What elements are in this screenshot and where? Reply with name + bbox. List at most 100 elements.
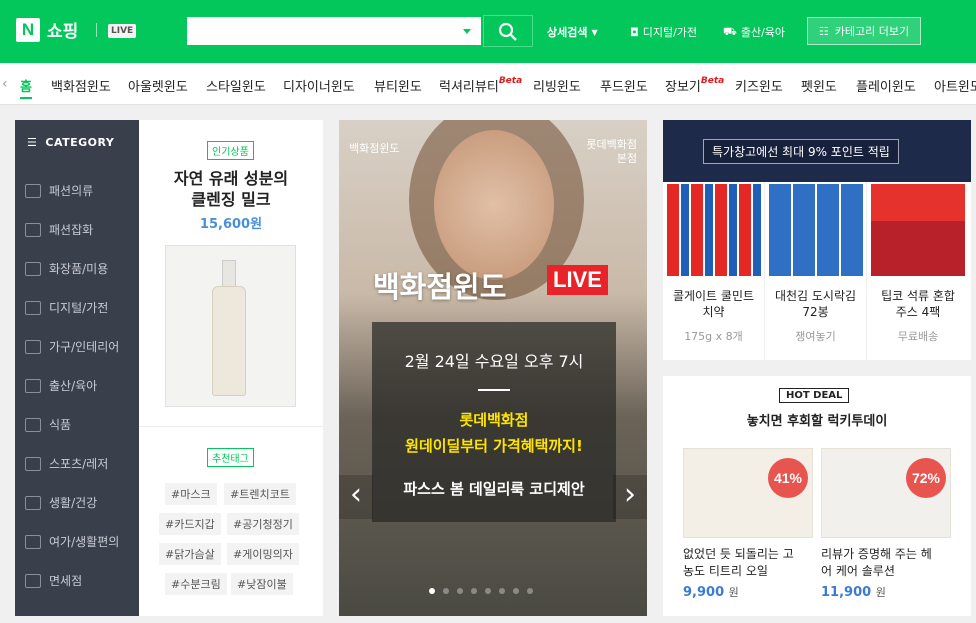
- search-button[interactable]: [483, 15, 533, 47]
- main-banner[interactable]: 백화점윈도 롯데백화점 본점 백화점윈도 LIVE 2월 24일 수요일 오후 7…: [339, 120, 647, 616]
- banner-subtitle: 파스스 봄 데일리룩 코디제안: [403, 480, 585, 498]
- live-brand-tag: LIVE: [108, 23, 137, 38]
- price-unit: 원: [875, 586, 886, 599]
- name-line: 치약: [702, 305, 725, 319]
- tag-link[interactable]: #수분크림: [165, 573, 227, 595]
- category-item[interactable]: 스포츠/레저: [25, 455, 108, 472]
- banner-highlight: 원데이딜부터 가격혜택까지!: [405, 437, 583, 455]
- popular-product-price: 15,600원: [199, 217, 263, 232]
- tag-link[interactable]: #카드지갑: [159, 513, 221, 535]
- banner-category: 백화점윈도: [349, 142, 400, 155]
- camera-icon: ◘: [630, 25, 639, 39]
- slide-dot[interactable]: [443, 588, 449, 594]
- nav-item[interactable]: 뷰티윈도: [374, 76, 422, 95]
- slide-dot[interactable]: [513, 588, 519, 594]
- nav-item-home[interactable]: 홈: [20, 76, 32, 99]
- chevron-right-icon[interactable]: ›: [613, 475, 647, 519]
- promo-product[interactable]: 대천김 도시락김 72봉 쟁여놓기: [765, 182, 867, 360]
- digital-link[interactable]: ◘ 디지털/가전: [630, 24, 697, 40]
- category-item[interactable]: 생활/건강: [25, 494, 97, 511]
- nav-item[interactable]: 아트윈도: [934, 76, 976, 95]
- banner-photo-face: [434, 130, 554, 280]
- baby-label: 출산/육아: [740, 26, 786, 39]
- advanced-search-label: 상세검색: [547, 26, 588, 39]
- nav-item[interactable]: 아울렛윈도: [128, 76, 188, 95]
- advanced-search-link[interactable]: 상세검색 ▼: [547, 24, 598, 40]
- product-meta: 쟁여놓기: [795, 330, 836, 343]
- nav-item[interactable]: 장보기Beta: [665, 76, 724, 95]
- category-item[interactable]: 화장품/미용: [25, 260, 108, 277]
- category-item[interactable]: 패션잡화: [25, 221, 93, 238]
- nav-item[interactable]: 리빙윈도: [533, 76, 581, 95]
- popular-product-title[interactable]: 자연 유래 성분의 클렌징 밀크: [139, 168, 323, 210]
- nav-item[interactable]: 백화점윈도: [51, 76, 111, 95]
- baby-link[interactable]: ⛟ 출산/육아: [723, 24, 785, 40]
- tag-link[interactable]: #트렌치코트: [224, 483, 296, 505]
- product-image: [769, 184, 863, 276]
- nav-item[interactable]: 푸드윈도: [600, 76, 648, 95]
- slide-dot[interactable]: [429, 588, 435, 594]
- chevron-left-icon[interactable]: ‹: [339, 475, 373, 519]
- slide-dot[interactable]: [457, 588, 463, 594]
- naver-logo-icon[interactable]: N: [16, 18, 40, 42]
- discount-badge: 41%: [768, 458, 808, 498]
- hot-deal-title: 놓치면 후회할 럭키투데이: [746, 414, 888, 429]
- slide-dot[interactable]: [471, 588, 477, 594]
- menu-icon: ☰: [27, 136, 38, 149]
- category-label: 스포츠/레저: [49, 457, 109, 471]
- apple-icon: [25, 417, 41, 432]
- live-badge: LIVE: [547, 265, 608, 295]
- search-input[interactable]: [185, 15, 483, 47]
- tag-link[interactable]: #낮잠이불: [231, 573, 293, 595]
- slide-dot[interactable]: [527, 588, 533, 594]
- category-label: 화장품/미용: [49, 262, 109, 276]
- tag-link[interactable]: #공기청정기: [227, 513, 299, 535]
- category-item[interactable]: 가구/인테리어: [25, 338, 119, 355]
- name-line: 주스 4팩: [895, 305, 941, 319]
- slide-dot[interactable]: [499, 588, 505, 594]
- category-item[interactable]: 여가/생활편의: [25, 533, 119, 550]
- name-line: 팁코 석류 혼합: [881, 289, 955, 303]
- hot-deal-panel: HOT DEAL 놓치면 후회할 럭키투데이 41% 없었던 듯 되돌리는 고농…: [663, 376, 971, 616]
- banner-highlight: 롯데백화점: [459, 411, 529, 429]
- promo-header-image[interactable]: 특가창고에선 최대 9% 포인트 적립: [663, 120, 971, 182]
- category-label: 디지털/가전: [49, 301, 109, 315]
- slide-dot[interactable]: [485, 588, 491, 594]
- name-line: 리뷰가 증명해 주는 헤: [821, 547, 932, 561]
- product-image[interactable]: [165, 245, 296, 407]
- promo-product[interactable]: 팁코 석류 혼합 주스 4팩 무료배송: [867, 182, 969, 360]
- nav-item[interactable]: 키즈윈도: [735, 76, 783, 95]
- category-more-button[interactable]: ☷ 카테고리 더보기: [807, 17, 921, 45]
- popular-badge: 인기상품: [207, 141, 254, 160]
- tag-link[interactable]: #게이밍의자: [227, 543, 299, 565]
- nav-item-label: 장보기: [665, 80, 701, 95]
- shopping-logo[interactable]: 쇼핑: [47, 17, 78, 42]
- category-more-label: 카테고리 더보기: [834, 25, 910, 38]
- nav-item[interactable]: 플레이윈도: [856, 76, 916, 95]
- product-name: 팁코 석류 혼합주스 4팩: [867, 288, 969, 320]
- category-item[interactable]: 디지털/가전: [25, 299, 108, 316]
- plant-icon: [25, 495, 41, 510]
- price-value: 11,900: [821, 585, 872, 600]
- category-item[interactable]: 패션의류: [25, 182, 93, 199]
- promo-product[interactable]: 콜게이트 쿨민트 치약 175g x 8개: [663, 182, 765, 360]
- price-unit: 원: [728, 586, 739, 599]
- discount-badge: 72%: [906, 458, 946, 498]
- category-sidebar: ☰ CATEGORY 패션의류 패션잡화 화장품/미용 디지털/가전 가구/인테리…: [15, 120, 139, 616]
- chevron-down-icon: ▼: [591, 27, 598, 37]
- tag-link[interactable]: #닭가슴살: [159, 543, 221, 565]
- shopping-live-link[interactable]: 쇼핑LIVE: [108, 22, 137, 39]
- tag-link[interactable]: #마스크: [165, 483, 217, 505]
- banner-info-box: 2월 24일 수요일 오후 7시 롯데백화점 원데이딜부터 가격혜택까지! 파스…: [372, 322, 616, 522]
- chevron-left-icon[interactable]: ‹: [2, 76, 8, 92]
- nav-item[interactable]: 펫윈도: [801, 76, 837, 95]
- category-item[interactable]: 출산/육아: [25, 377, 97, 394]
- nav-item[interactable]: 럭셔리뷰티Beta: [439, 76, 522, 95]
- divider: [478, 389, 510, 391]
- search-dropdown-icon[interactable]: [463, 29, 471, 34]
- category-item[interactable]: 식품: [25, 416, 71, 433]
- nav-item[interactable]: 스타일윈도: [206, 76, 266, 95]
- slide-indicator: [429, 588, 533, 594]
- nav-item[interactable]: 디자이너윈도: [283, 76, 355, 95]
- category-item[interactable]: 면세점: [25, 572, 82, 589]
